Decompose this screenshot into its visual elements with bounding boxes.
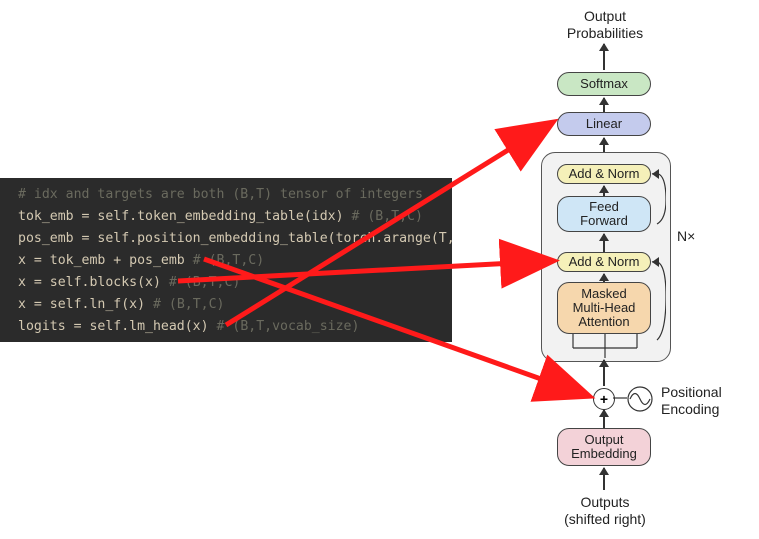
code-comment: # (B,T,C): [351, 209, 422, 224]
code-stmt: logits = self.lm_head(x): [18, 319, 209, 334]
code-line-0: # idx and targets are both (B,T) tensor …: [18, 184, 434, 206]
code-comment: # (B,T,C): [193, 253, 264, 268]
code-stmt: x = self.blocks(x): [18, 275, 161, 290]
code-stmt: x = self.ln_f(x): [18, 297, 145, 312]
code-stmt: tok_emb = self.token_embedding_table(idx…: [18, 209, 344, 224]
pos-enc-connector: [613, 394, 629, 402]
code-stmt: pos_emb = self.position_embedding_table(…: [18, 231, 452, 246]
code-line-4: x = self.blocks(x) # (B,T,C): [18, 272, 434, 294]
sine-wave-icon: [625, 384, 655, 414]
masked-mha-block: Masked Multi-Head Attention: [557, 282, 651, 334]
feed-forward-block: Feed Forward: [557, 196, 651, 232]
code-comment: # (B,T,vocab_size): [217, 319, 360, 334]
code-panel: # idx and targets are both (B,T) tensor …: [0, 178, 452, 342]
code-comment: # (B,T,C): [169, 275, 240, 290]
positional-encoding-label: Positional Encoding: [661, 384, 722, 418]
softmax-block: Softmax: [557, 72, 651, 96]
flow-arrow: [603, 234, 605, 252]
flow-arrow: [603, 360, 605, 386]
code-line-5: x = self.ln_f(x) # (B,T,C): [18, 294, 434, 316]
code-line-6: logits = self.lm_head(x) # (B,T,vocab_si…: [18, 316, 434, 338]
mha-inputs: [555, 334, 655, 362]
code-comment: # idx and targets are both (B,T) tensor …: [18, 187, 423, 202]
nx-label: N×: [677, 228, 695, 245]
pos-enc-add-icon: +: [593, 388, 615, 410]
flow-arrow: [603, 468, 605, 490]
architecture-diagram: Output Probabilities Softmax Linear N× A…: [485, 0, 755, 539]
linear-block: Linear: [557, 112, 651, 136]
code-line-1: tok_emb = self.token_embedding_table(idx…: [18, 206, 434, 228]
code-line-3: x = tok_emb + pos_emb # (B,T,C): [18, 250, 434, 272]
flow-arrow: [603, 410, 605, 428]
flow-arrow: [603, 44, 605, 70]
output-probabilities-label: Output Probabilities: [545, 8, 665, 42]
flow-arrow: [603, 98, 605, 112]
outputs-shifted-label: Outputs (shifted right): [545, 494, 665, 528]
code-line-2: pos_emb = self.position_embedding_table(…: [18, 228, 434, 250]
code-stmt: x = tok_emb + pos_emb: [18, 253, 185, 268]
output-embedding-block: Output Embedding: [557, 428, 651, 466]
code-comment: # (B,T,C): [153, 297, 224, 312]
